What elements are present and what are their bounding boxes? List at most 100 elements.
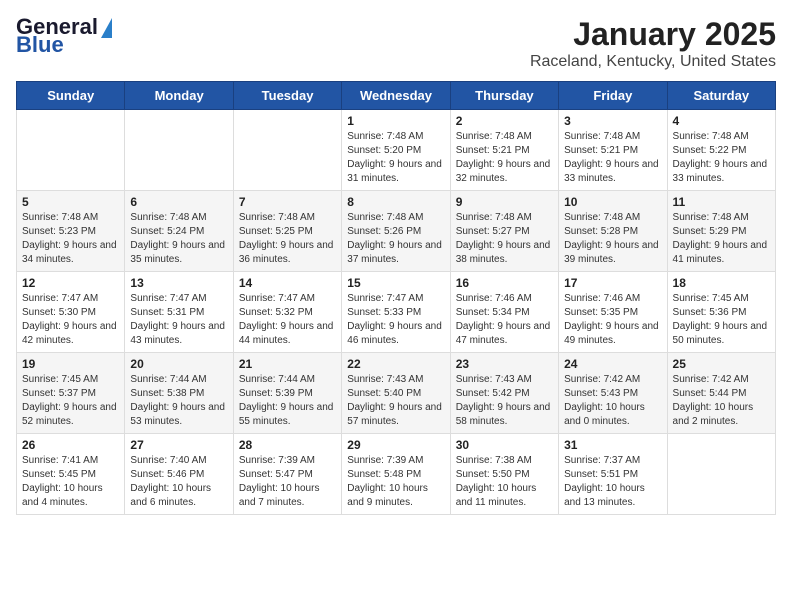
day-info: Sunrise: 7:48 AM Sunset: 5:26 PM Dayligh… [347,211,444,267]
calendar-cell: 30 Sunrise: 7:38 AM Sunset: 5:50 PM Dayli… [450,434,558,515]
day-number: 23 [456,357,553,371]
page-header: General Blue January 2025 Raceland, Kent… [16,16,776,71]
day-header-sunday: Sunday [17,82,125,110]
day-info: Sunrise: 7:47 AM Sunset: 5:30 PM Dayligh… [22,292,119,348]
day-number: 3 [564,114,661,128]
day-number: 8 [347,195,444,209]
day-info: Sunrise: 7:45 AM Sunset: 5:36 PM Dayligh… [673,292,770,348]
day-number: 20 [130,357,227,371]
day-number: 14 [239,276,336,290]
calendar-cell: 6 Sunrise: 7:48 AM Sunset: 5:24 PM Daylig… [125,191,233,272]
day-number: 4 [673,114,770,128]
calendar-cell: 31 Sunrise: 7:37 AM Sunset: 5:51 PM Dayli… [559,434,667,515]
day-info: Sunrise: 7:41 AM Sunset: 5:45 PM Dayligh… [22,454,119,510]
day-header-monday: Monday [125,82,233,110]
calendar-cell: 20 Sunrise: 7:44 AM Sunset: 5:38 PM Dayli… [125,353,233,434]
day-number: 29 [347,438,444,452]
calendar-cell: 29Sunrise: 7:39 AM Sunset: 5:48 PM Dayli… [342,434,450,515]
calendar-cell: 25Sunrise: 7:42 AM Sunset: 5:44 PM Dayli… [667,353,775,434]
day-info: Sunrise: 7:47 AM Sunset: 5:32 PM Dayligh… [239,292,336,348]
calendar-cell: 19Sunrise: 7:45 AM Sunset: 5:37 PM Dayli… [17,353,125,434]
calendar-header-row: SundayMondayTuesdayWednesdayThursdayFrid… [17,82,776,110]
calendar-cell: 2Sunrise: 7:48 AM Sunset: 5:21 PM Daylig… [450,110,558,191]
day-info: Sunrise: 7:38 AM Sunset: 5:50 PM Dayligh… [456,454,553,510]
day-number: 5 [22,195,119,209]
calendar-table: SundayMondayTuesdayWednesdayThursdayFrid… [16,81,776,515]
day-header-friday: Friday [559,82,667,110]
calendar-cell: 14 Sunrise: 7:47 AM Sunset: 5:32 PM Dayli… [233,272,341,353]
calendar-week-3: 12 Sunrise: 7:47 AM Sunset: 5:30 PM Dayli… [17,272,776,353]
day-info: Sunrise: 7:43 AM Sunset: 5:40 PM Dayligh… [347,373,444,429]
day-number: 15 [347,276,444,290]
logo-text-blue: Blue [16,34,112,56]
day-info: Sunrise: 7:40 AM Sunset: 5:46 PM Dayligh… [130,454,227,510]
calendar-cell: 27 Sunrise: 7:40 AM Sunset: 5:46 PM Dayli… [125,434,233,515]
title-block: January 2025 Raceland, Kentucky, United … [530,16,776,71]
day-info: Sunrise: 7:48 AM Sunset: 5:22 PM Dayligh… [673,130,770,186]
day-info: Sunrise: 7:42 AM Sunset: 5:44 PM Dayligh… [673,373,770,429]
day-header-wednesday: Wednesday [342,82,450,110]
day-info: Sunrise: 7:48 AM Sunset: 5:23 PM Dayligh… [22,211,119,267]
day-info: Sunrise: 7:44 AM Sunset: 5:38 PM Dayligh… [130,373,227,429]
calendar-cell: 3 Sunrise: 7:48 AM Sunset: 5:21 PM Daylig… [559,110,667,191]
day-info: Sunrise: 7:48 AM Sunset: 5:20 PM Dayligh… [347,130,444,186]
day-info: Sunrise: 7:48 AM Sunset: 5:24 PM Dayligh… [130,211,227,267]
calendar-subtitle: Raceland, Kentucky, United States [530,53,776,71]
day-number: 9 [456,195,553,209]
day-info: Sunrise: 7:47 AM Sunset: 5:31 PM Dayligh… [130,292,227,348]
calendar-cell: 23 Sunrise: 7:43 AM Sunset: 5:42 PM Dayli… [450,353,558,434]
day-number: 26 [22,438,119,452]
calendar-cell: 26 Sunrise: 7:41 AM Sunset: 5:45 PM Dayli… [17,434,125,515]
day-info: Sunrise: 7:48 AM Sunset: 5:27 PM Dayligh… [456,211,553,267]
day-number: 24 [564,357,661,371]
day-number: 13 [130,276,227,290]
day-info: Sunrise: 7:46 AM Sunset: 5:34 PM Dayligh… [456,292,553,348]
calendar-cell: 11Sunrise: 7:48 AM Sunset: 5:29 PM Dayli… [667,191,775,272]
calendar-cell: 4 Sunrise: 7:48 AM Sunset: 5:22 PM Daylig… [667,110,775,191]
day-info: Sunrise: 7:47 AM Sunset: 5:33 PM Dayligh… [347,292,444,348]
day-number: 21 [239,357,336,371]
calendar-cell [667,434,775,515]
logo: General Blue [16,16,112,56]
calendar-cell: 16 Sunrise: 7:46 AM Sunset: 5:34 PM Dayli… [450,272,558,353]
day-number: 30 [456,438,553,452]
day-info: Sunrise: 7:48 AM Sunset: 5:21 PM Dayligh… [564,130,661,186]
calendar-cell: 9 Sunrise: 7:48 AM Sunset: 5:27 PM Daylig… [450,191,558,272]
day-header-saturday: Saturday [667,82,775,110]
calendar-cell: 22Sunrise: 7:43 AM Sunset: 5:40 PM Dayli… [342,353,450,434]
calendar-cell [125,110,233,191]
day-info: Sunrise: 7:43 AM Sunset: 5:42 PM Dayligh… [456,373,553,429]
calendar-title: January 2025 [530,16,776,53]
calendar-cell: 24 Sunrise: 7:42 AM Sunset: 5:43 PM Dayli… [559,353,667,434]
calendar-cell: 17Sunrise: 7:46 AM Sunset: 5:35 PM Dayli… [559,272,667,353]
day-info: Sunrise: 7:44 AM Sunset: 5:39 PM Dayligh… [239,373,336,429]
day-number: 12 [22,276,119,290]
calendar-cell [17,110,125,191]
day-number: 6 [130,195,227,209]
day-info: Sunrise: 7:39 AM Sunset: 5:47 PM Dayligh… [239,454,336,510]
day-info: Sunrise: 7:48 AM Sunset: 5:29 PM Dayligh… [673,211,770,267]
calendar-cell: 7Sunrise: 7:48 AM Sunset: 5:25 PM Daylig… [233,191,341,272]
day-number: 18 [673,276,770,290]
day-info: Sunrise: 7:46 AM Sunset: 5:35 PM Dayligh… [564,292,661,348]
day-header-tuesday: Tuesday [233,82,341,110]
day-number: 31 [564,438,661,452]
day-info: Sunrise: 7:42 AM Sunset: 5:43 PM Dayligh… [564,373,661,429]
calendar-cell: 12 Sunrise: 7:47 AM Sunset: 5:30 PM Dayli… [17,272,125,353]
day-info: Sunrise: 7:48 AM Sunset: 5:25 PM Dayligh… [239,211,336,267]
calendar-cell [233,110,341,191]
calendar-cell: 15 Sunrise: 7:47 AM Sunset: 5:33 PM Dayli… [342,272,450,353]
day-header-thursday: Thursday [450,82,558,110]
day-info: Sunrise: 7:37 AM Sunset: 5:51 PM Dayligh… [564,454,661,510]
logo-icon: General Blue [16,16,112,56]
day-info: Sunrise: 7:45 AM Sunset: 5:37 PM Dayligh… [22,373,119,429]
calendar-week-4: 19Sunrise: 7:45 AM Sunset: 5:37 PM Dayli… [17,353,776,434]
calendar-cell: 18 Sunrise: 7:45 AM Sunset: 5:36 PM Dayli… [667,272,775,353]
calendar-cell: 13 Sunrise: 7:47 AM Sunset: 5:31 PM Dayli… [125,272,233,353]
day-info: Sunrise: 7:48 AM Sunset: 5:21 PM Dayligh… [456,130,553,186]
calendar-cell: 10Sunrise: 7:48 AM Sunset: 5:28 PM Dayli… [559,191,667,272]
calendar-week-2: 5 Sunrise: 7:48 AM Sunset: 5:23 PM Daylig… [17,191,776,272]
calendar-week-1: 1Sunrise: 7:48 AM Sunset: 5:20 PM Daylig… [17,110,776,191]
day-number: 27 [130,438,227,452]
day-number: 16 [456,276,553,290]
